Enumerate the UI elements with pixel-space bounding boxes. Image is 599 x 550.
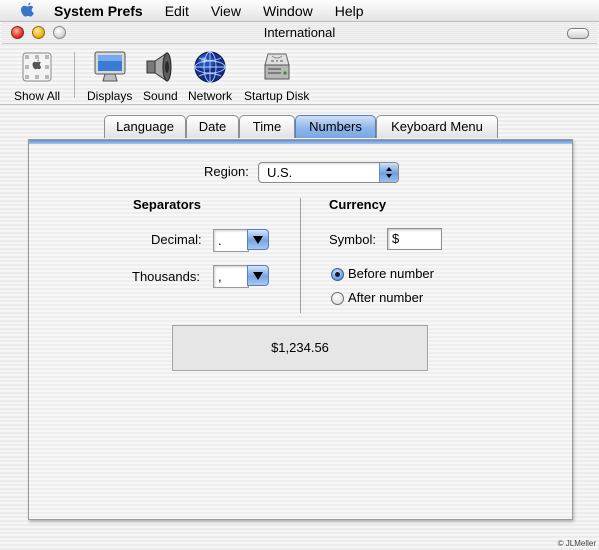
apple-logo-icon[interactable]: [18, 2, 36, 20]
tab-language[interactable]: Language: [104, 115, 186, 138]
toolbar-sound[interactable]: Sound: [143, 50, 178, 103]
toolbar-separator: [74, 52, 75, 98]
thousands-value: ,: [218, 269, 222, 284]
tab-date[interactable]: Date: [186, 115, 239, 138]
thousands-dropdown-button[interactable]: [247, 265, 269, 286]
tab-time[interactable]: Time: [239, 115, 295, 138]
window-title-bar[interactable]: International: [2, 23, 597, 44]
credit-text: © JLMeller: [557, 539, 596, 548]
toolbar-label-network: Network: [188, 89, 233, 103]
currency-symbol-field[interactable]: $: [387, 228, 442, 250]
toolbar-label-sound: Sound: [143, 89, 178, 103]
region-popup[interactable]: U.S.: [258, 162, 399, 183]
toolbar-toggle-button[interactable]: [567, 28, 589, 39]
separators-heading: Separators: [133, 197, 201, 212]
decimal-dropdown-button[interactable]: [247, 229, 269, 250]
globe-icon: [193, 50, 227, 84]
toolbar-label-displays: Displays: [87, 89, 133, 103]
hard-disk-icon: [260, 50, 294, 84]
numbers-pane: Region: U.S. Separators Decimal: . Thous…: [28, 139, 573, 520]
up-down-arrows-icon: [379, 163, 398, 182]
speaker-icon: [143, 50, 177, 84]
after-number-label[interactable]: After number: [348, 290, 423, 305]
triangle-down-icon: [253, 271, 263, 280]
menu-bar: System Prefs Edit View Window Help: [0, 0, 599, 22]
toolbar-bottom-border: [0, 104, 599, 105]
decimal-field[interactable]: .: [213, 229, 249, 252]
toolbar-label-show-all: Show All: [14, 89, 61, 103]
display-monitor-icon: [93, 50, 127, 84]
before-number-label[interactable]: Before number: [348, 266, 434, 281]
toolbar-startup-disk[interactable]: Startup Disk: [244, 50, 309, 103]
symbol-label: Symbol:: [329, 232, 376, 247]
window-title: International: [263, 25, 336, 40]
decimal-value: .: [218, 233, 222, 248]
tab-bar: Language Date Time Numbers Keyboard Menu: [0, 115, 599, 139]
triangle-down-icon: [253, 235, 263, 244]
region-label: Region:: [204, 164, 249, 179]
before-number-radio[interactable]: [331, 268, 344, 281]
after-number-radio[interactable]: [331, 292, 344, 305]
thousands-label: Thousands:: [132, 269, 200, 284]
menu-view[interactable]: View: [200, 0, 252, 22]
toolbar-show-all[interactable]: Show All: [14, 50, 60, 103]
menu-help[interactable]: Help: [324, 0, 375, 22]
menu-system-prefs[interactable]: System Prefs: [54, 0, 154, 22]
decimal-label: Decimal:: [151, 232, 202, 247]
number-format-sample: $1,234.56: [172, 325, 428, 371]
tab-numbers[interactable]: Numbers: [295, 115, 376, 138]
tab-keyboard-menu[interactable]: Keyboard Menu: [376, 115, 498, 138]
toolbar-displays[interactable]: Displays: [87, 50, 132, 103]
show-all-icon: [20, 50, 54, 84]
thousands-field[interactable]: ,: [213, 265, 249, 288]
section-divider: [300, 198, 301, 313]
currency-symbol-value: $: [392, 231, 400, 246]
menu-edit[interactable]: Edit: [154, 0, 200, 22]
currency-heading: Currency: [329, 197, 387, 212]
pane-top-accent: [29, 140, 572, 144]
region-value: U.S.: [267, 165, 293, 180]
menu-window[interactable]: Window: [252, 0, 324, 22]
toolbar: Show All Displays Sound Network Startup …: [2, 44, 597, 104]
toolbar-label-startup-disk: Startup Disk: [244, 89, 310, 103]
toolbar-network[interactable]: Network: [188, 50, 232, 103]
